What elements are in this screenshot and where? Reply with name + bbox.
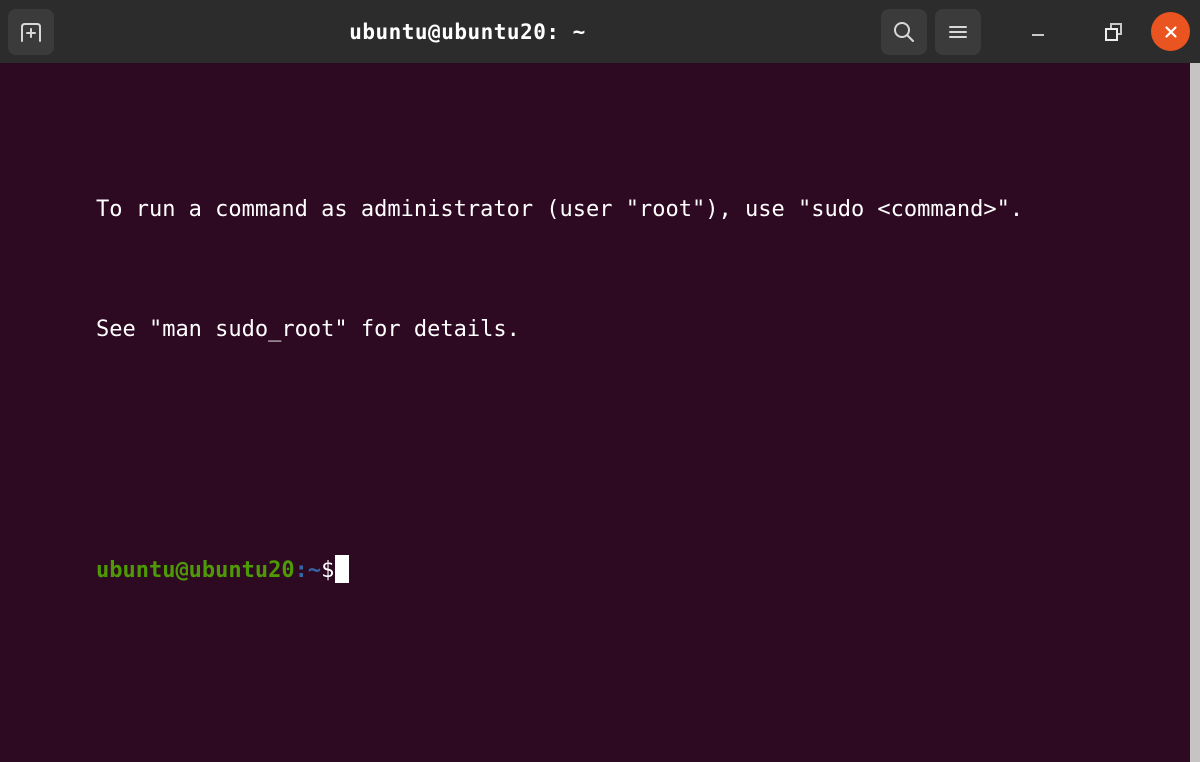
- text-cursor: [335, 555, 350, 583]
- titlebar: ubuntu@ubuntu20: ~: [0, 0, 1200, 63]
- restore-button[interactable]: [1091, 9, 1137, 55]
- scrollbar-thumb[interactable]: [1190, 63, 1200, 762]
- search-icon: [891, 19, 917, 45]
- terminal-screen[interactable]: To run a command as administrator (user …: [0, 63, 1200, 762]
- minimize-button[interactable]: [1015, 9, 1061, 55]
- hamburger-menu-icon: [945, 19, 971, 45]
- terminal-line-text: To run a command as administrator (user …: [95, 197, 1024, 222]
- scrollbar[interactable]: [1190, 63, 1200, 762]
- prompt-separator: :: [294, 558, 308, 583]
- terminal-prompt-line: ubuntu@ubuntu20:~$: [0, 525, 1200, 583]
- window-title: ubuntu@ubuntu20: ~: [349, 19, 586, 44]
- new-tab-icon: [18, 19, 44, 45]
- prompt-sigil: $: [321, 558, 335, 583]
- terminal-output: To run a command as administrator (user …: [0, 75, 1200, 645]
- terminal-line: See "man sudo_root" for details.: [0, 285, 1200, 342]
- terminal-line-text: See "man sudo_root" for details.: [95, 317, 520, 342]
- prompt-path: ~: [307, 558, 322, 583]
- terminal-window: ubuntu@ubuntu20: ~ To run a command as a…: [0, 0, 1200, 762]
- prompt-user-host: ubuntu@ubuntu20: [95, 558, 295, 583]
- terminal-line: To run a command as administrator (user …: [0, 165, 1200, 222]
- menu-button[interactable]: [935, 8, 981, 55]
- restore-window-icon: [1101, 19, 1127, 45]
- close-button[interactable]: [1151, 12, 1190, 51]
- new-tab-button[interactable]: [8, 8, 54, 55]
- search-button[interactable]: [881, 8, 927, 55]
- minimize-icon: [1025, 19, 1051, 45]
- window-controls: [881, 8, 1194, 55]
- close-icon: [1161, 22, 1181, 42]
